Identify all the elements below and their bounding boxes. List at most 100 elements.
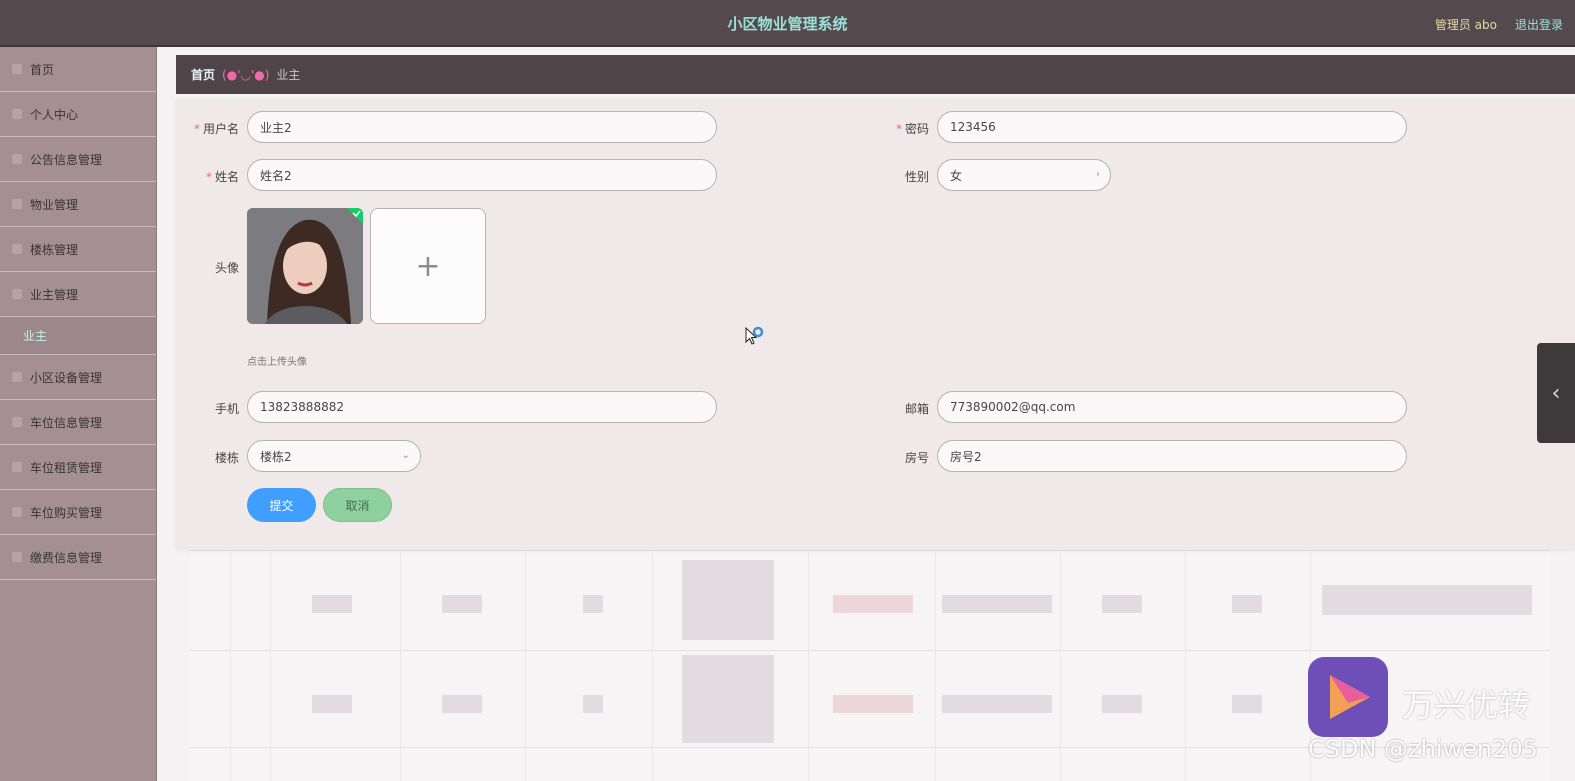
required-mark: *: [205, 170, 212, 184]
building-label: 楼栋: [214, 451, 239, 465]
room-label: 房号: [904, 451, 929, 465]
sidebar-item-payments[interactable]: 缴费信息管理: [0, 535, 156, 580]
password-input[interactable]: 123456: [937, 111, 1407, 143]
breadcrumb-current: 业主: [276, 68, 301, 82]
sidebar-item-notices[interactable]: 公告信息管理: [0, 137, 156, 182]
password-label-text: 密码: [904, 122, 929, 136]
plus-icon: +: [415, 248, 441, 284]
table-cell: [942, 695, 1052, 713]
notice-icon: [12, 154, 22, 164]
table-cell: [1102, 695, 1142, 713]
watermark-brand: 万兴优转: [1402, 686, 1531, 724]
payment-icon: [12, 552, 22, 562]
sidebar-item-buildings[interactable]: 楼栋管理: [0, 227, 156, 272]
collapse-panel-button[interactable]: ‹: [1537, 343, 1575, 443]
table-divider: [1185, 550, 1186, 781]
sidebar-item-label: 物业管理: [30, 197, 79, 212]
admin-name: 管理员 abo: [1434, 18, 1497, 32]
table-cell: [1102, 595, 1142, 613]
gender-select[interactable]: 女 ›: [937, 159, 1111, 191]
sidebar-item-personal-center[interactable]: 个人中心: [0, 92, 156, 137]
chevron-right-icon: ›: [1096, 169, 1100, 180]
property-icon: [12, 199, 22, 209]
sidebar-item-label: 楼栋管理: [30, 242, 79, 257]
sidebar-item-label: 车位信息管理: [30, 415, 103, 430]
table-cell: [312, 695, 352, 713]
cancel-button[interactable]: 取消: [323, 488, 392, 522]
chevron-down-icon: ⌄: [401, 450, 410, 461]
sidebar-item-parking-purchase[interactable]: 车位购买管理: [0, 490, 156, 535]
play-icon: [1330, 675, 1370, 719]
table-cell: [312, 595, 352, 613]
home-icon: [12, 64, 22, 74]
table-cell: [583, 595, 603, 613]
email-label: 邮箱: [904, 402, 929, 416]
sidebar-item-home[interactable]: 首页: [0, 47, 156, 92]
sidebar-item-label: 首页: [30, 62, 55, 77]
table-cell: [1322, 585, 1532, 615]
avatar-photo: [247, 208, 363, 324]
name-input[interactable]: 姓名2: [247, 159, 717, 191]
table-cell: [833, 695, 913, 713]
table-divider: [230, 550, 231, 781]
table-divider: [400, 550, 401, 781]
username-label-text: 用户名: [202, 122, 239, 136]
upload-tip: 点击上传头像: [247, 357, 307, 368]
user-icon: [12, 109, 22, 119]
sidebar-item-label: 个人中心: [30, 107, 79, 122]
username-label: * 用户名: [169, 120, 239, 137]
sidebar-item-devices[interactable]: 小区设备管理: [0, 355, 156, 400]
name-label: * 姓名: [169, 168, 239, 185]
email-input[interactable]: 773890002@qq.com: [937, 391, 1407, 423]
table-cell-image: [682, 655, 774, 743]
table-cell: [833, 595, 913, 613]
owner-icon: [12, 289, 22, 299]
logout-link[interactable]: 退出登录: [1515, 16, 1563, 33]
breadcrumb-home[interactable]: 首页: [191, 66, 215, 83]
watermark-csdn: CSDN @zhiwen205: [1308, 735, 1538, 763]
room-input[interactable]: 房号2: [937, 440, 1407, 472]
phone-label: 手机: [214, 402, 239, 416]
breadcrumb-separator: (●'◡'●): [222, 67, 270, 82]
avatar-upload-button[interactable]: +: [370, 208, 486, 324]
sidebar-item-parking-info[interactable]: 车位信息管理: [0, 400, 156, 445]
sidebar-item-owners[interactable]: 业主管理: [0, 272, 156, 317]
avatar-thumbnail[interactable]: [247, 208, 363, 324]
sidebar-item-label: 业主管理: [30, 287, 79, 302]
building-icon: [12, 244, 22, 254]
table-divider: [652, 550, 653, 781]
mouse-cursor-icon: [745, 326, 764, 345]
sidebar-item-label: 缴费信息管理: [30, 550, 103, 565]
username-input[interactable]: 业主2: [247, 111, 717, 143]
password-label: * 密码: [859, 120, 929, 137]
gender-value: 女: [950, 168, 963, 183]
sidebar-item-label: 车位租赁管理: [30, 460, 103, 475]
table-cell: [442, 595, 482, 613]
table-cell: [1232, 595, 1262, 613]
building-value: 楼栋2: [260, 449, 292, 464]
top-bar: 小区物业管理系统 管理员 abo 退出登录: [0, 0, 1575, 47]
required-mark: *: [193, 122, 200, 136]
lease-icon: [12, 462, 22, 472]
phone-input[interactable]: 13823888882: [247, 391, 717, 423]
sidebar-subitem-owner[interactable]: 业主: [0, 317, 156, 355]
parking-icon: [12, 417, 22, 427]
device-icon: [12, 372, 22, 382]
purchase-icon: [12, 507, 22, 517]
table-divider: [270, 550, 271, 781]
avatar-label: 头像: [214, 261, 239, 275]
table-cell: [1232, 695, 1262, 713]
table-divider: [1060, 550, 1061, 781]
owner-form: * 用户名 业主2 * 密码 123456 * 姓名 姓名2 性别 女 › 头像 + …: [176, 100, 1575, 550]
sidebar-item-property[interactable]: 物业管理: [0, 182, 156, 227]
building-select[interactable]: 楼栋2 ⌄: [247, 440, 421, 472]
table-cell-image: [682, 560, 774, 640]
table-cell: [442, 695, 482, 713]
submit-button[interactable]: 提交: [247, 488, 316, 522]
sidebar-item-label: 小区设备管理: [30, 370, 103, 385]
table-divider: [935, 550, 936, 781]
sidebar-item-parking-lease[interactable]: 车位租赁管理: [0, 445, 156, 490]
chevron-left-icon: ‹: [1551, 380, 1561, 406]
app-title: 小区物业管理系统: [727, 15, 848, 33]
table-row: [190, 550, 1550, 551]
